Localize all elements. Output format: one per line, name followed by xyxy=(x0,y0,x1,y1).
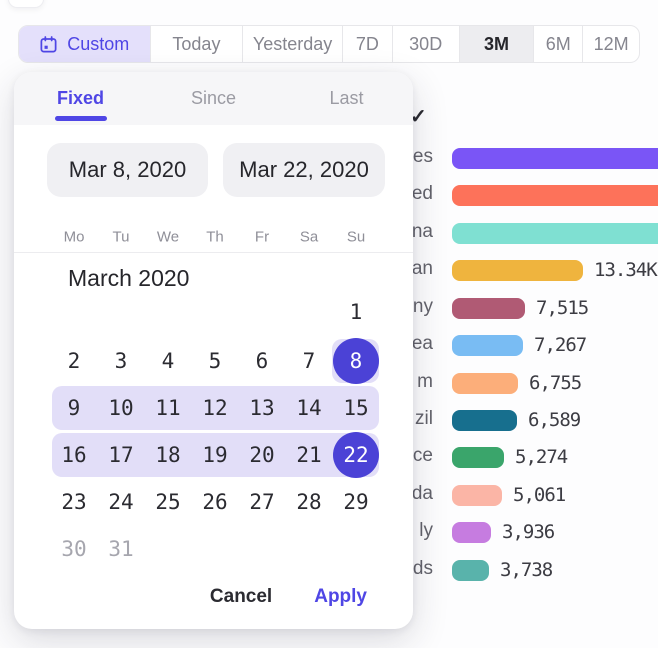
toolbar-segment-label: 3M xyxy=(484,34,509,55)
chart-bar[interactable] xyxy=(452,185,658,206)
calendar-day-12[interactable]: 12 xyxy=(192,386,238,430)
bar-value-label: 7,515 xyxy=(536,297,588,319)
chart-bar[interactable] xyxy=(452,223,658,244)
weekday-label-th: Th xyxy=(206,229,224,246)
calendar-day-6[interactable]: 6 xyxy=(239,339,285,383)
calendar-day-28[interactable]: 28 xyxy=(286,480,332,524)
popup-footer: Cancel Apply xyxy=(14,574,367,620)
chart-bar[interactable] xyxy=(452,298,525,319)
toolbar-segment-30d[interactable]: 30D xyxy=(393,26,460,62)
toolbar-segment-12m[interactable]: 12M xyxy=(583,26,639,62)
calendar-day-23[interactable]: 23 xyxy=(51,480,97,524)
calendar-day-7[interactable]: 7 xyxy=(286,339,332,383)
bar-value-label: 5,061 xyxy=(513,484,565,506)
calendar-day-22[interactable]: 22 xyxy=(333,432,379,478)
calendar-icon xyxy=(39,35,58,54)
calendar-day-10[interactable]: 10 xyxy=(98,386,144,430)
bar-value-label: 3,936 xyxy=(502,521,554,543)
date-picker-popup: FixedSinceLast Mar 8, 2020 Mar 22, 2020 … xyxy=(14,72,413,629)
toolbar-segment-today[interactable]: Today xyxy=(151,26,244,62)
cancel-button[interactable]: Cancel xyxy=(210,586,272,608)
end-date-value: Mar 22, 2020 xyxy=(239,157,369,183)
bar-value-label: 6,755 xyxy=(529,372,581,394)
start-date-input[interactable]: Mar 8, 2020 xyxy=(47,143,208,197)
chart-bar[interactable] xyxy=(452,373,518,394)
toolbar-segment-label: 12M xyxy=(594,34,629,55)
toolbar-segment-7d[interactable]: 7D xyxy=(343,26,393,62)
partial-card-corner xyxy=(8,0,44,8)
toolbar-segment-6m[interactable]: 6M xyxy=(534,26,583,62)
calendar-day-19[interactable]: 19 xyxy=(192,433,238,477)
chart-bar[interactable] xyxy=(452,447,504,468)
weekday-label-su: Su xyxy=(347,229,365,246)
calendar-day-24[interactable]: 24 xyxy=(98,480,144,524)
bar-value-label: 6,589 xyxy=(528,409,580,431)
bar-value-label: 13.34K xyxy=(594,259,657,281)
start-date-value: Mar 8, 2020 xyxy=(69,157,186,183)
divider xyxy=(14,252,413,253)
toolbar-segment-label: 6M xyxy=(546,34,571,55)
toolbar-segment-yesterday[interactable]: Yesterday xyxy=(243,26,343,62)
chart-bar[interactable] xyxy=(452,335,523,356)
calendar-day-17[interactable]: 17 xyxy=(98,433,144,477)
end-date-input[interactable]: Mar 22, 2020 xyxy=(223,143,385,197)
weekday-label-tu: Tu xyxy=(113,229,130,246)
weekday-label-sa: Sa xyxy=(300,229,318,246)
tab-fixed[interactable]: Fixed xyxy=(14,72,147,125)
calendar-day-2[interactable]: 2 xyxy=(51,339,97,383)
chart-bar[interactable] xyxy=(452,522,491,543)
calendar-day-13[interactable]: 13 xyxy=(239,386,285,430)
calendar-day-11[interactable]: 11 xyxy=(145,386,191,430)
month-title: March 2020 xyxy=(68,265,189,292)
calendar-day-16[interactable]: 16 xyxy=(51,433,97,477)
toolbar-segment-label: Yesterday xyxy=(253,34,332,55)
app-root: CustomTodayYesterday7D30D3M6M12M esednaa… xyxy=(0,0,658,648)
toolbar-segment-3m[interactable]: 3M xyxy=(460,26,535,62)
chart-bar[interactable] xyxy=(452,560,489,581)
apply-button[interactable]: Apply xyxy=(314,586,367,608)
calendar-day-5[interactable]: 5 xyxy=(192,339,238,383)
calendar-day-31[interactable]: 31 xyxy=(98,527,144,571)
weekday-label-fr: Fr xyxy=(255,229,269,246)
calendar-day-29[interactable]: 29 xyxy=(333,480,379,524)
calendar-day-1[interactable]: 1 xyxy=(333,290,379,334)
toolbar-segment-custom[interactable]: Custom xyxy=(19,26,151,62)
weekday-label-we: We xyxy=(157,229,179,246)
calendar-day-8[interactable]: 8 xyxy=(333,338,379,384)
bar-value-label: 7,267 xyxy=(534,334,586,356)
date-range-toolbar: Custom Today Yesterday 7D 30D 3M 6M 12M xyxy=(18,25,640,63)
calendar-day-21[interactable]: 21 xyxy=(286,433,332,477)
tab-last[interactable]: Last xyxy=(280,72,413,125)
tab-since[interactable]: Since xyxy=(147,72,280,125)
chart-bar[interactable] xyxy=(452,148,658,169)
calendar-day-20[interactable]: 20 xyxy=(239,433,285,477)
toolbar-segment-label: Today xyxy=(172,34,220,55)
calendar-day-27[interactable]: 27 xyxy=(239,480,285,524)
calendar-day-14[interactable]: 14 xyxy=(286,386,332,430)
bar-value-label: 5,274 xyxy=(515,446,567,468)
chart-bar[interactable] xyxy=(452,410,517,431)
calendar-day-4[interactable]: 4 xyxy=(145,339,191,383)
bar-value-label: 3,738 xyxy=(500,559,552,581)
calendar-day-3[interactable]: 3 xyxy=(98,339,144,383)
toolbar-segment-label: 30D xyxy=(409,34,442,55)
calendar-day-18[interactable]: 18 xyxy=(145,433,191,477)
chart-bar[interactable] xyxy=(452,260,583,281)
calendar-day-9[interactable]: 9 xyxy=(51,386,97,430)
calendar-day-30[interactable]: 30 xyxy=(51,527,97,571)
calendar-day-26[interactable]: 26 xyxy=(192,480,238,524)
toolbar-segment-label: 7D xyxy=(356,34,379,55)
calendar-day-15[interactable]: 15 xyxy=(333,386,379,430)
chart-bar[interactable] xyxy=(452,485,502,506)
calendar-day-25[interactable]: 25 xyxy=(145,480,191,524)
weekday-label-mo: Mo xyxy=(64,229,85,246)
date-picker-tabs: FixedSinceLast xyxy=(14,72,413,125)
toolbar-segment-label: Custom xyxy=(67,34,129,55)
